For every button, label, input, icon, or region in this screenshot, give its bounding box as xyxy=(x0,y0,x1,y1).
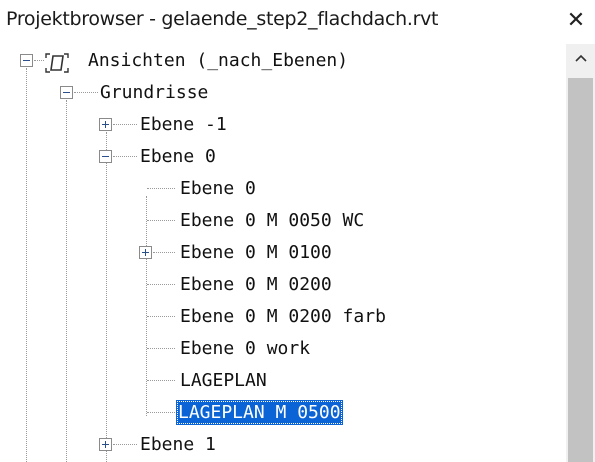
tree-node-label: LAGEPLAN xyxy=(180,370,267,391)
tree-view-item[interactable]: Ebene 0 M 0100 xyxy=(0,236,566,267)
scroll-up-button[interactable] xyxy=(566,44,595,72)
tree-connector xyxy=(113,444,137,445)
tree-connector xyxy=(74,92,98,93)
tree-node-ebene-1[interactable]: Ebene 1 xyxy=(0,428,566,459)
chevron-up-icon xyxy=(574,54,587,62)
tree-view-item[interactable]: Ebene 0 work xyxy=(0,332,566,363)
tree-node-label: Ebene 0 M 0100 xyxy=(180,242,332,263)
tree-node-grundrisse[interactable]: Grundrisse xyxy=(0,76,566,107)
tree-connector xyxy=(147,348,175,349)
tree-view-item[interactable]: LAGEPLAN xyxy=(0,364,566,395)
tree-connector xyxy=(147,412,175,413)
collapse-toggle[interactable] xyxy=(60,86,73,99)
tree-node-label: Ebene 0 M 0200 farb xyxy=(180,306,386,327)
tree-connector xyxy=(147,284,175,285)
tree-node-label: Ebene 1 xyxy=(140,434,216,455)
tree-node-label: Ebene 0 xyxy=(180,178,256,199)
tree-node-label: LAGEPLAN M 0500 xyxy=(176,400,343,425)
view-icon xyxy=(45,53,69,73)
tree-node-ansichten[interactable]: Ansichten (_nach_Ebenen) xyxy=(0,44,566,75)
tree-connector xyxy=(147,220,175,221)
tree-view-item[interactable]: Ebene 0 M 0200 farb xyxy=(0,300,566,331)
tree-node-label: Ebene 0 M 0200 xyxy=(180,274,332,295)
tree-connector xyxy=(147,188,175,189)
project-browser-tree[interactable]: Ansichten (_nach_Ebenen) Grundrisse Eben… xyxy=(0,44,566,462)
tree-node-label: Ansichten (_nach_Ebenen) xyxy=(88,50,349,71)
collapse-toggle[interactable] xyxy=(20,54,33,67)
vertical-scrollbar[interactable] xyxy=(566,44,595,462)
tree-node-ebene-0[interactable]: Ebene 0 xyxy=(0,140,566,171)
tree-view-item[interactable]: Ebene 0 xyxy=(0,172,566,203)
tree-connector xyxy=(147,316,175,317)
title-bar: Projektbrowser - gelaende_step2_flachdac… xyxy=(0,0,595,44)
panel-title: Projektbrowser - gelaende_step2_flachdac… xyxy=(6,8,439,30)
tree-view-item[interactable]: Ebene 0 M 0050 WC xyxy=(0,204,566,235)
tree-node-label: Grundrisse xyxy=(100,82,209,103)
expand-toggle[interactable] xyxy=(139,246,152,259)
tree-connector xyxy=(113,156,137,157)
tree-node-label: Ebene -1 xyxy=(140,114,227,135)
close-button[interactable]: ✕ xyxy=(562,5,590,35)
tree-connector xyxy=(153,252,175,253)
expand-toggle[interactable] xyxy=(99,118,112,131)
tree-connector xyxy=(147,380,175,381)
scrollbar-thumb[interactable] xyxy=(568,78,593,462)
tree-node-label: Ebene 0 xyxy=(140,146,216,167)
tree-view-item[interactable]: Ebene 0 M 0200 xyxy=(0,268,566,299)
tree-connector xyxy=(34,60,44,61)
tree-view-item-selected[interactable]: LAGEPLAN M 0500 xyxy=(0,396,566,427)
tree-node-label: Ebene 0 M 0050 WC xyxy=(180,210,365,231)
tree-node-ebene-minus-1[interactable]: Ebene -1 xyxy=(0,108,566,139)
tree-node-label: Ebene 0 work xyxy=(180,338,311,359)
collapse-toggle[interactable] xyxy=(99,150,112,163)
tree-connector xyxy=(113,124,137,125)
expand-toggle[interactable] xyxy=(99,438,112,451)
